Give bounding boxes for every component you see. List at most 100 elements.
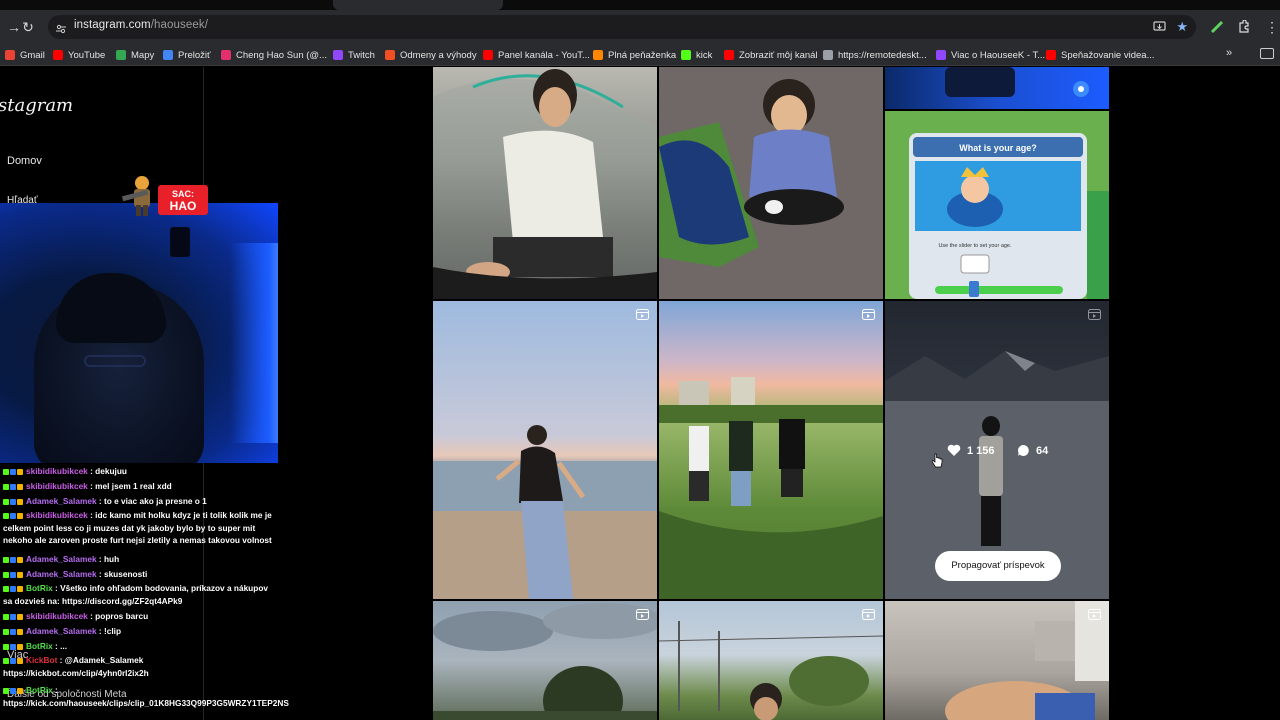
reel-icon [1088, 309, 1101, 320]
streamer-hair [56, 273, 166, 343]
chat-badge-icon [17, 643, 23, 650]
instagram-page: stagram Domov Hľadať Viac Ďalšie od spol… [0, 67, 1280, 720]
bookmark-favicon-icon [333, 50, 343, 60]
chat-badge-icon [3, 468, 9, 475]
post-tent-boy[interactable] [433, 67, 657, 299]
site-info-icon[interactable] [56, 21, 66, 34]
bookmark-favicon-icon [5, 50, 15, 60]
chat-badge-icon [17, 657, 23, 664]
bookmark-item[interactable]: kick [681, 48, 712, 62]
hand-cursor-icon [931, 453, 943, 468]
chat-badges [3, 567, 24, 582]
post-railway-boy[interactable] [659, 601, 883, 720]
reel-icon [636, 609, 649, 620]
clash-title: What is your age? [959, 143, 1037, 153]
bookmark-item[interactable]: Twitch [333, 48, 375, 62]
post-clash-royale-age[interactable]: What is your age? Use the slider to set … [885, 111, 1109, 299]
bookmark-label: Mapy [131, 49, 155, 61]
chat-message: skibidikubikcek : idc kamo mit holku kdy… [3, 509, 275, 547]
bookmark-label: Panel kanála - YouT... [498, 49, 590, 61]
chat-text: : dekujuu [90, 466, 127, 476]
bookmark-item[interactable]: Panel kanála - YouT... [483, 48, 590, 62]
menu-icon[interactable]: ⋮ [1262, 17, 1280, 37]
chat-username[interactable]: skibidikubikcek [26, 481, 88, 491]
chat-badge-icon [17, 613, 23, 620]
extension-icon[interactable] [1207, 17, 1227, 37]
chat-badge-icon [3, 657, 9, 664]
bookmark-item[interactable]: Viac o HaouseeK - T... [936, 48, 1045, 62]
chat-badge-icon [17, 556, 23, 563]
chat-username[interactable]: BotRix [26, 583, 53, 593]
clash-subtitle: Use the slider to set your age. [938, 243, 1012, 249]
chat-username[interactable]: Adamek_Salamek [26, 554, 97, 564]
active-tab[interactable] [333, 0, 503, 10]
webcam-overlay [0, 203, 278, 463]
bookmark-item[interactable]: Odmeny a výhody [385, 48, 477, 62]
chat-username[interactable]: KickBot [26, 655, 57, 665]
bookmark-item[interactable]: Cheng Hao Sun (@... [221, 48, 327, 62]
chat-username[interactable]: skibidikubikcek [26, 466, 88, 476]
posts-grid: What is your age? Use the slider to set … [433, 67, 1110, 720]
bookmark-label: Odmeny a výhody [400, 49, 477, 61]
chat-badge-icon [17, 585, 23, 592]
chat-badge-icon [10, 512, 16, 519]
chat-badge-icon [10, 483, 16, 490]
bookmark-item[interactable]: Speňažovanie videa... [1046, 48, 1154, 62]
chat-text: : popros barcu [90, 611, 149, 621]
post-bathroom-selfie[interactable] [885, 601, 1109, 720]
chat-badge-icon [17, 571, 23, 578]
post-image [433, 425, 657, 599]
post-image [945, 67, 1089, 97]
chat-text: : ... [55, 641, 68, 651]
bookmark-item[interactable]: Mapy [116, 48, 154, 62]
bookmark-item[interactable]: YouTube [53, 48, 105, 62]
bookmark-label: kick [696, 49, 713, 61]
bookmark-label: Cheng Hao Sun (@... [236, 49, 327, 61]
chat-badge-icon [10, 613, 16, 620]
bookmark-star-icon[interactable]: ★ [1176, 19, 1188, 35]
chat-message: Adamek_Salamek : !clip [3, 624, 275, 639]
chat-username[interactable]: Adamek_Salamek [26, 496, 97, 506]
extensions-puzzle-icon[interactable] [1234, 17, 1254, 37]
likes-count: 1 156 [947, 444, 995, 457]
post-snow-mountain[interactable]: 1 156 64 Propagovať príspevok [885, 301, 1109, 599]
post-beach-dance[interactable] [433, 301, 657, 599]
chat-badges [3, 509, 24, 522]
nav-home[interactable]: Domov [7, 155, 42, 167]
post-sleeping-bag[interactable] [659, 67, 883, 299]
instagram-logo[interactable]: stagram [0, 95, 73, 116]
bookmark-favicon-icon [1046, 50, 1056, 60]
reload-icon[interactable]: ↻ [18, 17, 38, 37]
bookmark-favicon-icon [116, 50, 126, 60]
bookmark-item[interactable]: https://remotedeskt... [823, 48, 927, 62]
chat-username[interactable]: Adamek_Salamek [26, 569, 97, 579]
chat-message: KickBot : @Adamek_Salamek https://kickbo… [3, 654, 275, 679]
bookmark-item[interactable]: Gmail [5, 48, 45, 62]
promote-post-button[interactable]: Propagovať príspevok [935, 551, 1061, 581]
install-app-icon[interactable] [1153, 20, 1166, 33]
bookmark-item[interactable]: Plná peňaženka [593, 48, 676, 62]
post-three-friends-field[interactable] [659, 301, 883, 599]
chat-message: Adamek_Salamek : huh [3, 552, 275, 567]
bookmarks-folder-icon[interactable] [1260, 48, 1274, 59]
bookmark-label: Gmail [20, 49, 45, 61]
comment-icon [1017, 445, 1029, 456]
chat-username[interactable]: skibidikubikcek [26, 611, 88, 621]
more-bookmarks-icon[interactable]: » [1226, 47, 1232, 59]
bookmark-item[interactable]: Zobraziť môj kanál [724, 48, 818, 62]
post-blue-setup[interactable] [885, 67, 1109, 109]
bookmark-item[interactable]: Preložiť [163, 48, 211, 62]
chat-username[interactable]: BotRix [26, 685, 53, 695]
chat-username[interactable]: BotRix [26, 641, 53, 651]
chat-username[interactable]: Adamek_Salamek [26, 626, 97, 636]
bookmark-favicon-icon [823, 50, 833, 60]
address-bar[interactable]: instagram.com/haouseek/ ★ [48, 15, 1196, 39]
chat-message: Adamek_Salamek : to e viac ako ja presne… [3, 494, 275, 509]
chat-username[interactable]: skibidikubikcek [26, 510, 88, 520]
bookmark-label: Viac o HaouseeK - T... [951, 49, 1046, 61]
chat-message: BotRix : Všetko info ohľadom bodovania, … [3, 582, 275, 607]
post-cloudy-sky[interactable] [433, 601, 657, 720]
chat-badges [3, 639, 24, 654]
chat-text: : huh [98, 554, 120, 564]
chat-badges [3, 494, 24, 509]
